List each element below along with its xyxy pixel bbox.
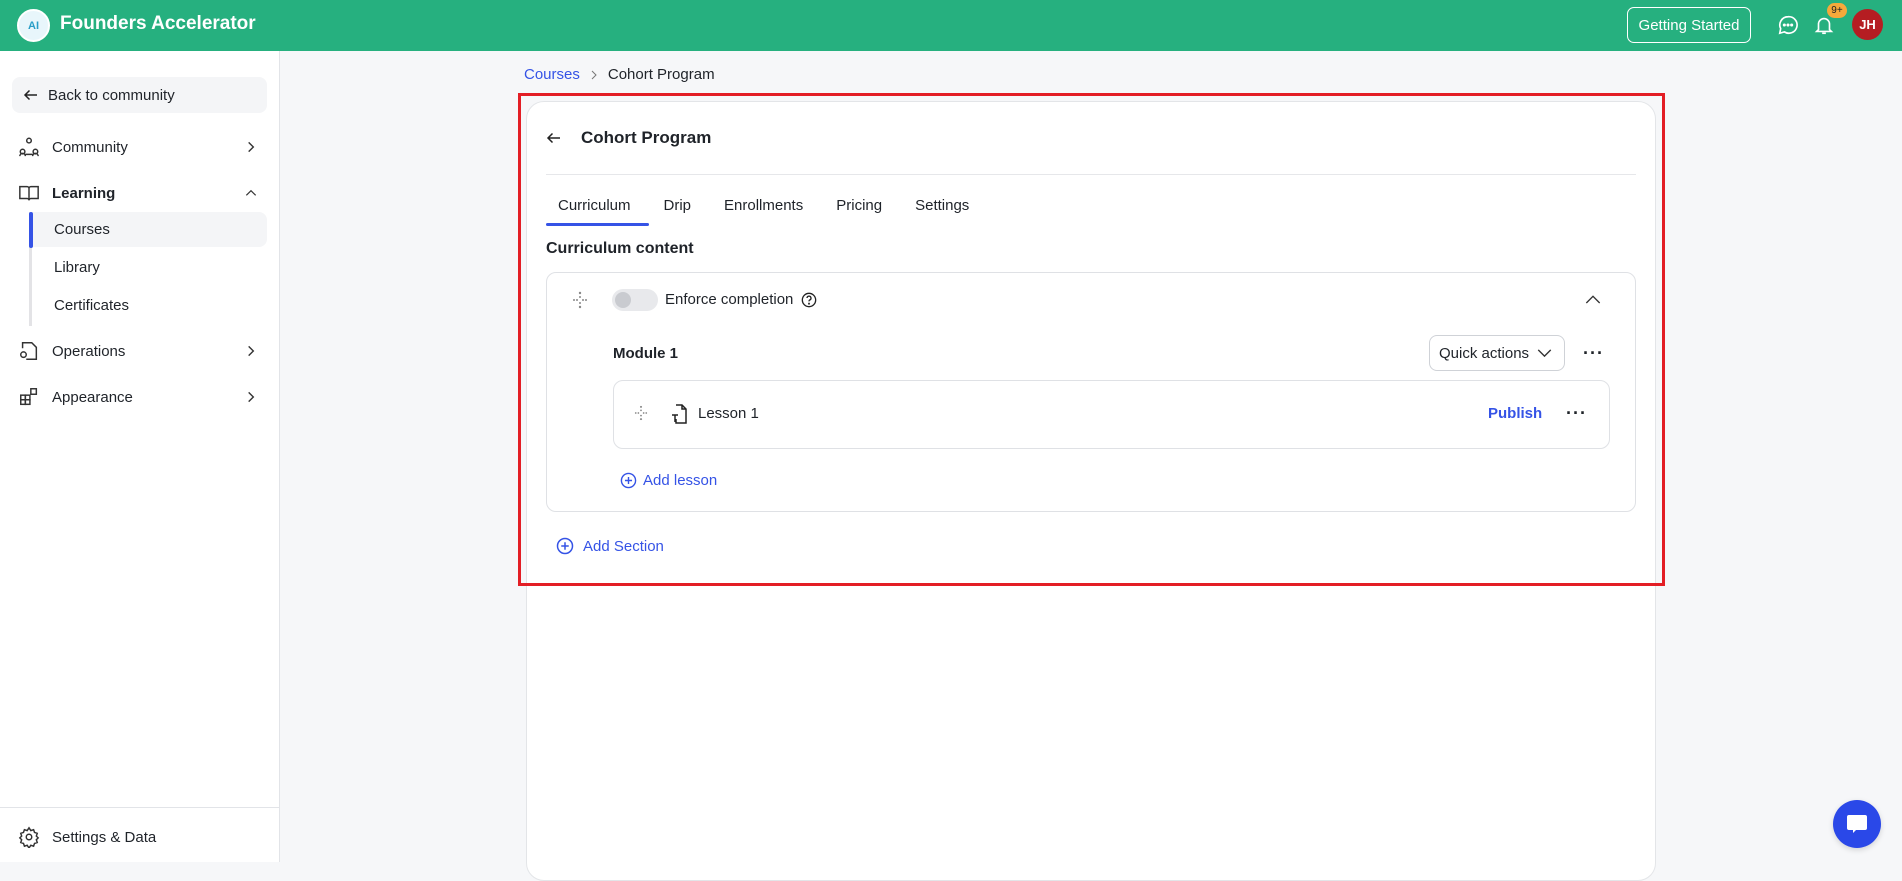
sidebar-item-certificates[interactable]: Certificates	[30, 288, 267, 323]
course-tabs: Curriculum Drip Enrollments Pricing Sett…	[546, 197, 990, 226]
sidebar-item-courses[interactable]: Courses	[30, 212, 267, 247]
add-lesson-label: Add lesson	[643, 472, 718, 489]
chat-bubble-icon	[1847, 815, 1867, 833]
tab-settings[interactable]: Settings	[903, 197, 978, 226]
sidebar-item-library[interactable]: Library	[30, 250, 267, 285]
operations-icon	[20, 342, 38, 360]
sidebar-item-learning[interactable]: Learning	[18, 182, 258, 204]
sidebar-item-label: Operations	[52, 342, 126, 360]
enforce-completion-label: Enforce completion	[665, 291, 794, 308]
settings-label: Settings & Data	[52, 828, 157, 846]
course-header: Cohort Program	[545, 128, 711, 148]
sidebar-item-appearance[interactable]: Appearance	[18, 386, 258, 408]
sidebar-item-operations[interactable]: Operations	[18, 340, 258, 362]
back-label: Back to community	[48, 86, 175, 104]
getting-started-button[interactable]: Getting Started	[1627, 7, 1751, 43]
appearance-icon	[20, 388, 38, 406]
plus-circle-icon	[620, 472, 637, 489]
arrow-left-icon	[23, 89, 37, 101]
tab-curriculum[interactable]: Curriculum	[546, 197, 648, 226]
tab-drip[interactable]: Drip	[652, 197, 701, 226]
support-chat-button[interactable]	[1833, 800, 1881, 848]
chevron-right-icon	[248, 391, 255, 403]
community-icon	[19, 137, 39, 157]
breadcrumb-courses-link[interactable]: Courses	[524, 66, 580, 83]
quick-actions-label: Quick actions	[1439, 344, 1530, 362]
back-arrow-icon[interactable]	[545, 129, 563, 147]
sidebar-item-label: Community	[52, 138, 128, 156]
drag-handle-icon[interactable]	[634, 405, 648, 421]
section-heading: Curriculum content	[546, 240, 694, 257]
divider	[546, 174, 1636, 175]
back-to-community-button[interactable]: Back to community	[12, 77, 267, 113]
drag-handle-icon[interactable]	[572, 291, 588, 309]
sidebar-item-label: Learning	[52, 184, 116, 202]
sidebar-divider	[0, 807, 279, 808]
active-indicator	[29, 212, 33, 248]
module-more-icon[interactable]: ···	[1583, 344, 1604, 362]
sidebar-item-community[interactable]: Community	[18, 136, 258, 158]
settings-and-data-button[interactable]: Settings & Data	[18, 826, 258, 848]
chevron-down-icon	[1537, 349, 1552, 358]
tab-pricing[interactable]: Pricing	[824, 197, 891, 226]
add-section-label: Add Section	[583, 537, 664, 555]
gear-icon	[18, 826, 40, 848]
chevron-right-icon	[591, 70, 597, 79]
sidebar-item-label: Appearance	[52, 388, 133, 406]
text-lesson-icon	[672, 404, 687, 424]
enforce-completion-toggle[interactable]	[612, 289, 658, 311]
chevron-up-icon	[245, 189, 257, 196]
community-logo[interactable]: AI	[17, 9, 50, 42]
brand-name[interactable]: Founders Accelerator	[60, 13, 256, 35]
chevron-up-icon[interactable]	[1585, 293, 1601, 305]
tab-enrollments[interactable]: Enrollments	[712, 197, 812, 226]
page-title: Cohort Program	[581, 128, 712, 147]
sidebar: Back to community Community Learning Cou…	[0, 51, 280, 862]
lesson-title[interactable]: Lesson 1	[698, 405, 759, 422]
notification-badge: 9+	[1827, 3, 1847, 18]
module-title: Module 1	[613, 345, 679, 362]
messages-icon[interactable]	[1777, 14, 1799, 36]
breadcrumb-current: Cohort Program	[607, 66, 715, 83]
quick-actions-dropdown[interactable]: Quick actions	[1429, 335, 1565, 371]
publish-button[interactable]: Publish	[1488, 405, 1542, 422]
plus-circle-icon	[556, 537, 574, 555]
top-header: AI Founders Accelerator Getting Started …	[0, 0, 1902, 51]
help-icon[interactable]	[801, 292, 817, 308]
book-icon	[19, 185, 39, 201]
add-section-button[interactable]: Add Section	[556, 537, 664, 555]
user-avatar[interactable]: JH	[1852, 9, 1883, 40]
add-lesson-button[interactable]: Add lesson	[620, 472, 717, 489]
lesson-more-icon[interactable]: ···	[1566, 404, 1587, 422]
breadcrumb: Courses Cohort Program	[524, 66, 715, 83]
chevron-right-icon	[248, 345, 255, 357]
chevron-right-icon	[248, 141, 255, 153]
lesson-row[interactable]	[613, 380, 1610, 449]
